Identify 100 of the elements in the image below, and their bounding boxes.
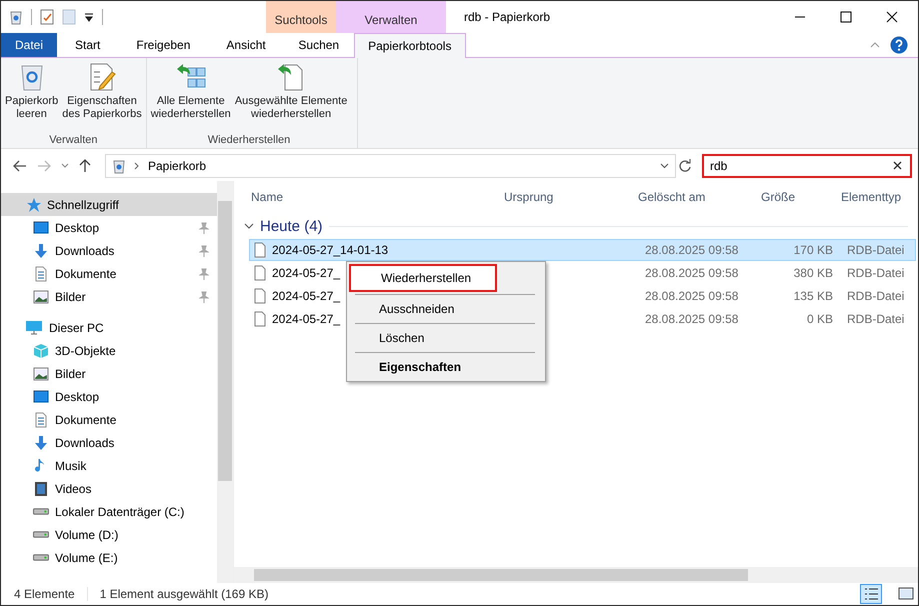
sidebar-item[interactable]: Volume (E:) <box>1 546 217 569</box>
file-size: 0 KB <box>806 312 833 326</box>
maximize-icon[interactable] <box>840 11 852 23</box>
ribbon-button[interactable]: Ausgewählte Elemente wiederherstellen <box>234 62 348 134</box>
sidebar-item[interactable]: Desktop <box>1 216 217 239</box>
scrollbar[interactable] <box>217 181 233 583</box>
sidebar-item[interactable]: Dokumente <box>1 262 217 285</box>
search-field[interactable]: rdb <box>702 154 912 178</box>
file-icon <box>254 265 266 281</box>
context-tab-header: Suchtools <box>266 1 336 33</box>
file-type: RDB-Datei <box>847 312 904 326</box>
close-icon[interactable] <box>886 11 898 23</box>
monitor-icon <box>33 220 49 236</box>
address-bar[interactable]: Papierkorb <box>105 154 676 178</box>
file-name[interactable]: 2024-05-27_14-01-13 <box>272 243 388 257</box>
column-header[interactable]: Elementtyp <box>841 190 902 204</box>
file-tab[interactable]: Datei <box>1 33 58 57</box>
document-icon <box>33 266 49 282</box>
group-header[interactable]: Heute (4) <box>260 218 323 234</box>
window-title: rdb - Papierkorb <box>464 10 550 24</box>
sidebar-item[interactable]: Downloads <box>1 239 217 262</box>
address-path[interactable]: Papierkorb <box>148 159 206 173</box>
sidebar-item[interactable]: Bilder <box>1 285 217 308</box>
sidebar-item[interactable]: Dokumente <box>1 408 217 431</box>
selection-info: 1 Element ausgewählt (169 KB) <box>100 587 268 601</box>
drive-icon <box>33 508 49 515</box>
monitor-icon <box>33 388 49 404</box>
file-icon <box>254 288 266 304</box>
context-tab-header: Verwalten <box>336 1 446 33</box>
sidebar-item[interactable]: Schnellzugriff <box>1 193 217 216</box>
file-size: 170 KB <box>794 243 833 257</box>
file-name[interactable]: 2024-05-27_ <box>272 289 340 303</box>
up-arrow-icon[interactable] <box>79 159 91 173</box>
download-arrow-icon <box>33 242 49 258</box>
sidebar-item[interactable]: Musik <box>1 454 217 477</box>
sidebar-item[interactable]: Volume (D:) <box>1 523 217 546</box>
star-icon <box>25 196 41 212</box>
recycle-bin-icon[interactable] <box>9 9 23 25</box>
ribbon-tab[interactable]: Start <box>57 33 118 57</box>
ribbon-group-label: Verwalten <box>49 134 98 146</box>
deleted-date: 28.08.2025 09:58 <box>645 266 738 280</box>
properties-icon[interactable] <box>40 9 54 25</box>
ribbon-tab[interactable]: Ansicht <box>208 33 284 57</box>
clear-icon[interactable] <box>893 161 902 170</box>
file-name[interactable]: 2024-05-27_ <box>272 266 340 280</box>
deleted-date: 28.08.2025 09:58 <box>645 312 738 326</box>
computer-icon <box>25 320 43 336</box>
ribbon-button[interactable]: Eigenschaften des Papierkorbs <box>62 62 142 134</box>
customize-dropdown-icon[interactable] <box>84 12 94 22</box>
sidebar-item[interactable]: Videos <box>1 477 217 500</box>
details-view-icon[interactable] <box>860 584 882 604</box>
column-header[interactable]: Ursprung <box>504 190 554 204</box>
file-type: RDB-Datei <box>847 266 904 280</box>
drive-icon <box>33 531 49 538</box>
item-count: 4 Elemente <box>14 587 75 601</box>
cube-icon <box>33 342 49 358</box>
sidebar-item[interactable]: Dieser PC <box>1 316 217 339</box>
download-arrow-icon <box>33 434 49 450</box>
sidebar-item[interactable]: Bilder <box>1 362 217 385</box>
deleted-date: 28.08.2025 09:58 <box>645 289 738 303</box>
file-size: 380 KB <box>794 266 833 280</box>
file-icon <box>254 311 266 327</box>
file-name[interactable]: 2024-05-27_ <box>272 312 340 326</box>
menu-item[interactable]: Eigenschaften <box>347 355 545 379</box>
file-type: RDB-Datei <box>847 289 904 303</box>
sidebar-item[interactable]: Desktop <box>1 385 217 408</box>
sidebar-item[interactable]: Lokaler Datenträger (C:) <box>1 500 217 523</box>
drive-icon <box>33 554 49 561</box>
deleted-date: 28.08.2025 09:58 <box>645 243 738 257</box>
sidebar-item[interactable]: 3D-Objekte <box>1 339 217 362</box>
image-icon <box>33 366 49 382</box>
file-icon <box>254 242 266 258</box>
help-icon[interactable] <box>890 36 908 54</box>
ribbon-tab[interactable]: Papierkorbtools <box>354 33 466 58</box>
ribbon-group-label: Wiederherstellen <box>208 134 290 146</box>
dropdown-chevron-icon[interactable] <box>660 163 669 169</box>
ribbon-button[interactable]: Alle Elemente wiederherstellen <box>150 62 231 134</box>
file-size: 135 KB <box>794 289 833 303</box>
menu-item[interactable]: Ausschneiden <box>347 297 545 321</box>
collapse-ribbon-icon[interactable] <box>870 41 880 49</box>
menu-item[interactable]: Wiederherstellen <box>349 264 497 292</box>
expand-chevron-icon[interactable] <box>244 222 254 230</box>
refresh-icon[interactable] <box>678 159 692 173</box>
image-icon <box>33 288 49 304</box>
ribbon-tab[interactable]: Freigeben <box>118 33 208 57</box>
document-icon <box>33 412 49 428</box>
column-header[interactable]: Größe <box>761 190 796 204</box>
menu-item[interactable]: Löschen <box>347 326 545 350</box>
restore-page-icon <box>277 62 306 92</box>
ribbon-button[interactable]: Papierkorb leeren <box>5 62 58 134</box>
chevron-right-icon <box>134 162 140 170</box>
back-arrow-icon[interactable] <box>13 160 27 172</box>
document-pencil-icon <box>88 62 116 92</box>
file-type: RDB-Datei <box>847 243 904 257</box>
scrollbar[interactable] <box>234 567 918 583</box>
column-header[interactable]: Gelöscht am <box>638 190 706 204</box>
column-header[interactable]: Name <box>251 190 284 204</box>
recycle-bin-icon <box>112 158 126 174</box>
sidebar-item[interactable]: Downloads <box>1 431 217 454</box>
recent-locations-chevron-icon[interactable] <box>61 163 69 169</box>
